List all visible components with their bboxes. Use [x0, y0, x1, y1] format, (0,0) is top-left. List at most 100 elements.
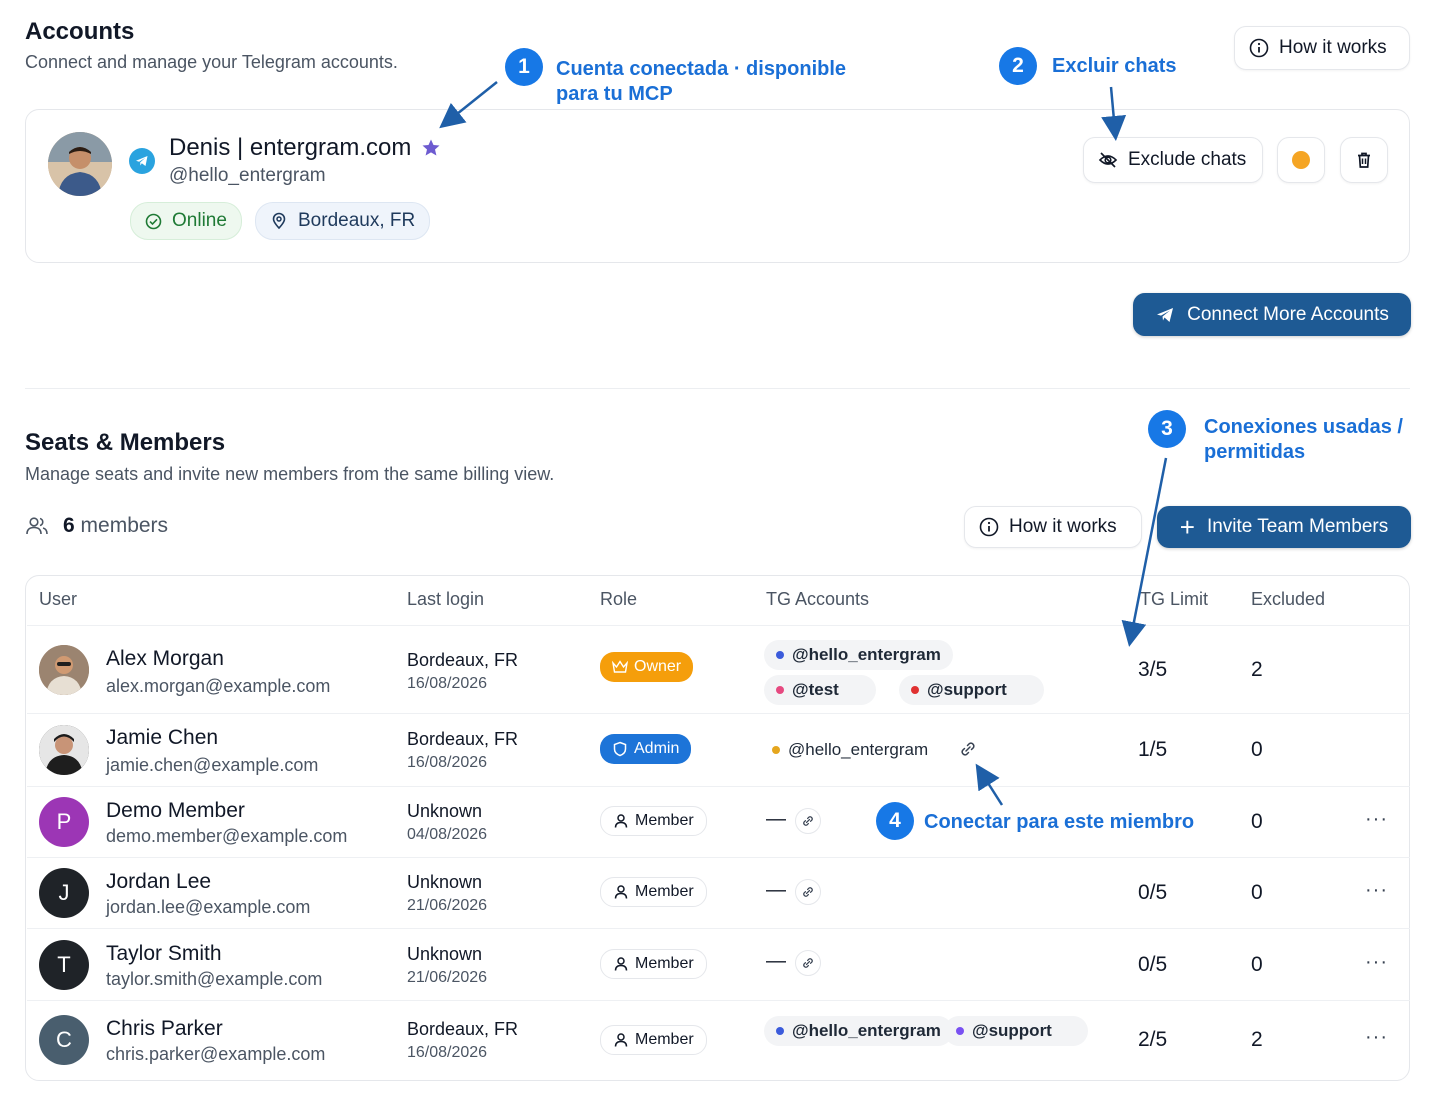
avatar: P	[39, 797, 89, 847]
how-it-works-label: How it works	[1279, 37, 1387, 58]
trash-icon	[1358, 152, 1370, 168]
annotation-3-text: Conexiones usadas / permitidas	[1204, 416, 1403, 463]
info-icon	[979, 517, 999, 537]
tg-account-chip[interactable]: @hello_entergram	[764, 1016, 953, 1046]
crown-icon	[612, 660, 628, 673]
connect-link-button[interactable]	[795, 808, 821, 834]
user-name: Jordan Lee	[106, 870, 212, 893]
tg-account-chip[interactable]: @support	[899, 675, 1044, 705]
star-icon	[422, 139, 440, 156]
status-dot	[776, 1027, 784, 1035]
invite-team-members-button[interactable]: + Invite Team Members	[1157, 506, 1411, 548]
member-count-value: 6	[63, 514, 75, 537]
login-date: 16/08/2026	[407, 1044, 488, 1061]
annotation-badge-1: 1	[505, 48, 543, 86]
row-divider	[27, 928, 1410, 929]
login-place: Bordeaux, FR	[407, 1019, 519, 1039]
account-name-row: Denis | entergram.com	[169, 134, 441, 162]
user-name: Alex Morgan	[106, 647, 224, 670]
user-icon	[614, 814, 628, 828]
users-icon	[26, 517, 48, 535]
exclude-chats-button[interactable]: Exclude chats	[1083, 137, 1263, 183]
login-date: 21/06/2026	[407, 969, 488, 986]
tg-account-chip[interactable]: @support	[944, 1016, 1088, 1046]
connect-more-label: Connect More Accounts	[1187, 303, 1389, 325]
tg-limit: 0/5	[1138, 881, 1168, 904]
user-icon	[614, 885, 628, 899]
tg-empty: —	[766, 808, 786, 830]
row-divider	[27, 786, 1410, 787]
annotation-badge-2: 2	[999, 47, 1037, 85]
how-it-works-button[interactable]: How it works	[1234, 26, 1410, 70]
exclude-chats-label: Exclude chats	[1128, 149, 1247, 170]
tg-account-chip[interactable]: @hello_entergram	[764, 735, 936, 765]
more-options-button[interactable]: ···	[1365, 808, 1388, 831]
link-icon[interactable]	[957, 738, 979, 765]
col-excluded: Excluded	[1251, 589, 1326, 609]
link-icon	[803, 816, 813, 826]
status-color-button[interactable]	[1277, 137, 1325, 183]
col-tg-limit: TG Limit	[1140, 589, 1209, 609]
tg-limit: 3/5	[1138, 658, 1168, 681]
check-circle-icon	[145, 213, 162, 229]
avatar	[39, 645, 89, 695]
section-divider	[25, 388, 1410, 389]
annotation-1-text: Cuenta conectada · disponible para tu MC…	[556, 58, 847, 105]
connect-link-button[interactable]	[795, 879, 821, 905]
status-dot	[772, 746, 780, 754]
role-badge-member: Member	[600, 1025, 707, 1055]
role-badge-owner: Owner	[600, 652, 694, 682]
account-handle: @hello_entergram	[169, 165, 326, 186]
map-pin-icon	[272, 212, 286, 230]
plus-icon: +	[1179, 512, 1195, 542]
row-divider	[27, 857, 1410, 858]
login-place: Bordeaux, FR	[407, 650, 519, 670]
delete-account-button[interactable]	[1340, 137, 1388, 183]
avatar: C	[39, 1015, 89, 1065]
seats-how-it-works-button[interactable]: How it works	[964, 506, 1142, 548]
avatar	[39, 725, 89, 775]
user-name: Jamie Chen	[106, 726, 219, 749]
status-dot	[956, 1027, 964, 1035]
tg-account-chip[interactable]: @test	[764, 675, 876, 705]
row-divider	[27, 1000, 1410, 1001]
avatar: J	[39, 868, 89, 918]
link-icon	[803, 887, 813, 897]
location-badge: Bordeaux, FR	[255, 202, 431, 240]
status-badge: Online	[130, 202, 242, 240]
status-dot	[776, 686, 784, 694]
tg-account-chip[interactable]: @hello_entergram	[764, 640, 953, 670]
user-email: alex.morgan@example.com	[106, 676, 331, 696]
seats-title: Seats & Members	[25, 429, 226, 456]
connect-more-accounts-button[interactable]: Connect More Accounts	[1133, 293, 1411, 336]
tg-limit: 2/5	[1138, 1028, 1168, 1051]
avatar: T	[39, 940, 89, 990]
more-options-button[interactable]: ···	[1365, 1026, 1388, 1049]
connect-link-button[interactable]	[795, 950, 821, 976]
status-dot	[1292, 151, 1310, 169]
user-name: Chris Parker	[106, 1017, 223, 1040]
user-icon	[614, 957, 628, 971]
tg-empty: —	[766, 950, 786, 972]
row-divider	[27, 713, 1410, 714]
eye-off-icon	[1098, 152, 1118, 168]
annotation-2-text: Excluir chats	[1052, 55, 1177, 77]
more-options-button[interactable]: ···	[1365, 951, 1388, 974]
shield-icon	[613, 741, 627, 757]
user-email: demo.member@example.com	[106, 826, 348, 846]
annotation-badge-3: 3	[1148, 410, 1186, 448]
excluded-count: 0	[1251, 953, 1263, 976]
login-date: 16/08/2026	[407, 675, 488, 692]
tg-empty: —	[766, 879, 786, 901]
status-dot	[911, 686, 919, 694]
excluded-count: 0	[1251, 881, 1263, 904]
login-place: Unknown	[407, 872, 483, 892]
col-user: User	[39, 589, 78, 609]
excluded-count: 2	[1251, 1028, 1263, 1051]
tg-limit: 0/5	[1138, 953, 1168, 976]
more-options-button[interactable]: ···	[1365, 879, 1388, 902]
col-tg-accounts: TG Accounts	[766, 589, 870, 609]
user-name: Demo Member	[106, 799, 245, 822]
login-date: 04/08/2026	[407, 826, 488, 843]
invite-label: Invite Team Members	[1206, 516, 1389, 537]
